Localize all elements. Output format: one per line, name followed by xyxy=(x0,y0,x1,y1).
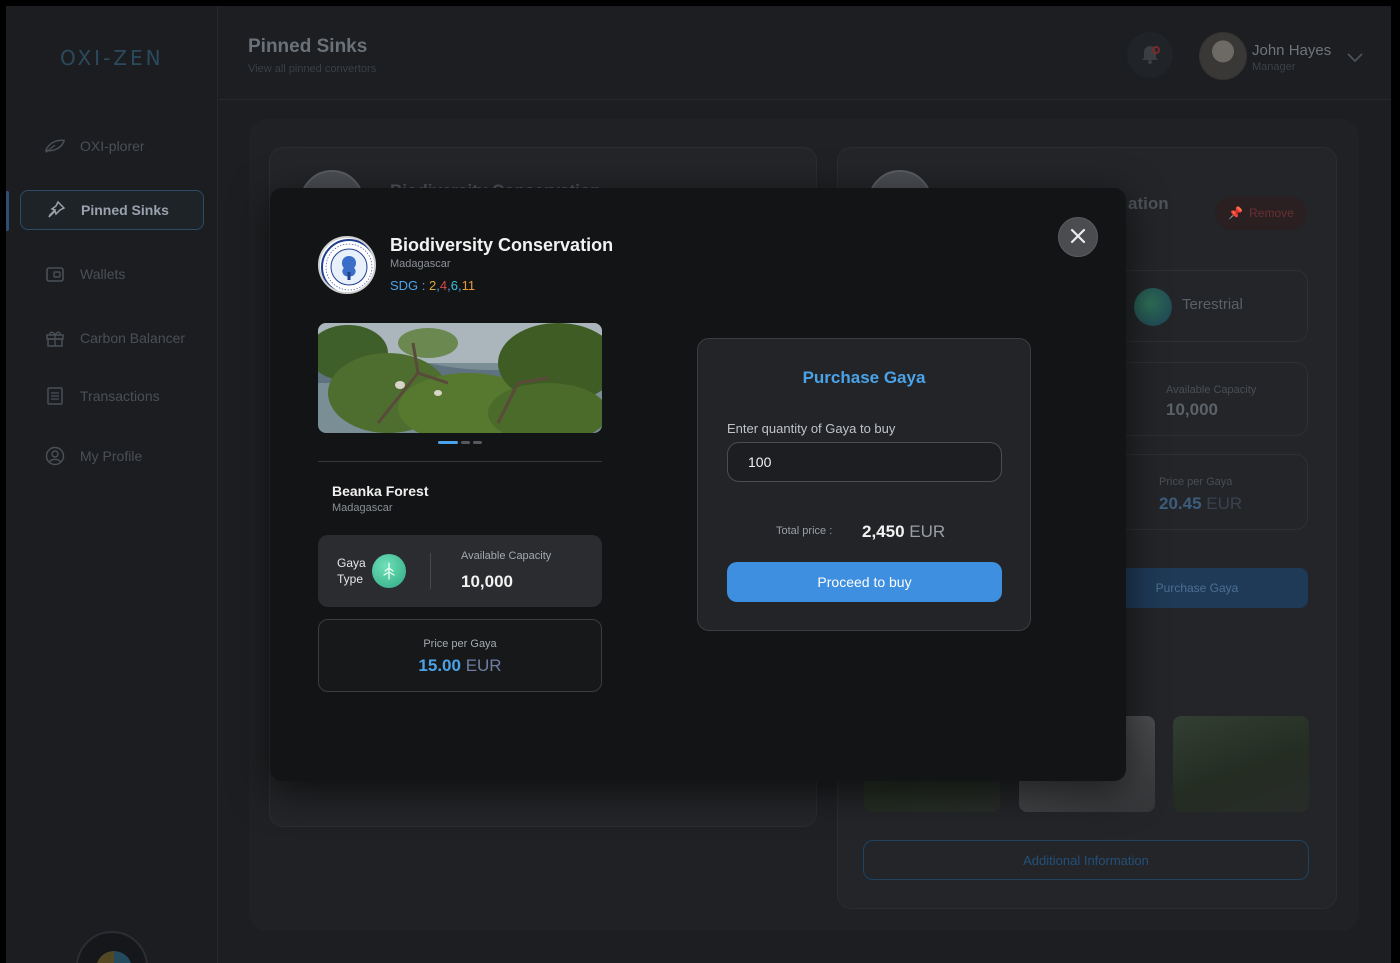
sidebar-item-wallets[interactable]: Wallets xyxy=(20,254,204,294)
notification-button[interactable] xyxy=(1127,32,1173,78)
capacity-value: 10,000 xyxy=(1166,400,1218,419)
list-icon xyxy=(44,385,66,407)
top-bar: Pinned Sinks View all pinned convertors … xyxy=(219,6,1391,100)
proceed-to-buy-button[interactable]: Proceed to buy xyxy=(727,562,1002,602)
price-currency: EUR xyxy=(465,656,502,675)
conservation-seal-icon xyxy=(318,236,376,294)
separator xyxy=(430,553,431,589)
purchase-title: Purchase Gaya xyxy=(802,368,926,387)
pin-icon xyxy=(45,199,67,221)
capacity-box: Gaya Type Available Capacity 10,000 xyxy=(318,535,602,607)
tree-icon xyxy=(372,554,406,588)
card-title: ation xyxy=(1128,194,1169,213)
wallet-icon xyxy=(44,263,66,285)
user-name: John Hayes xyxy=(1252,42,1332,59)
sidebar-item-label: Wallets xyxy=(80,266,126,282)
chevron-down-icon[interactable] xyxy=(1347,50,1363,66)
forest-location: Madagascar xyxy=(332,502,393,514)
total-price-value: 2,450 EUR xyxy=(862,522,945,542)
avatar[interactable] xyxy=(1199,32,1247,80)
divider xyxy=(318,461,602,462)
price-currency: EUR xyxy=(1206,494,1243,513)
leaf-icon xyxy=(44,135,66,157)
price-number: 15.00 xyxy=(418,656,461,675)
carousel-dot[interactable] xyxy=(438,441,458,444)
sidebar-item-label: Carbon Balancer xyxy=(80,330,186,346)
sdg-label: SDG : xyxy=(390,278,430,293)
price-number: 20.45 xyxy=(1159,494,1202,513)
project-title: Biodiversity Conservation xyxy=(390,235,614,255)
price-box: Price per Gaya 15.00 EUR xyxy=(318,619,602,692)
forest-photo[interactable] xyxy=(318,323,602,433)
gaya-type-line-2: Type xyxy=(337,572,364,586)
price-value: 20.45 EUR xyxy=(1159,494,1242,514)
gift-icon xyxy=(44,327,66,349)
capacity-label: Available Capacity xyxy=(461,550,552,562)
sidebar-item-my-profile[interactable]: My Profile xyxy=(20,436,204,476)
page-subtitle: View all pinned convertors xyxy=(248,63,377,75)
close-button[interactable] xyxy=(1058,217,1098,257)
sdg-values: 2,4,6,11 xyxy=(429,278,475,293)
page-title: Pinned Sinks xyxy=(248,36,368,57)
capacity-value: 10,000 xyxy=(461,572,513,591)
chart-icon xyxy=(96,951,132,963)
carousel-dots[interactable] xyxy=(438,441,482,444)
sidebar-item-label: Pinned Sinks xyxy=(81,202,169,218)
sidebar-avatar[interactable] xyxy=(76,931,148,963)
sidebar-nav: OXI-plorer Pinned Sinks Wallets Carbon B… xyxy=(20,126,204,500)
remove-label: Remove xyxy=(1249,206,1294,220)
app-logo: OXI-ZEN xyxy=(60,46,164,70)
capacity-label: Available Capacity xyxy=(1166,384,1257,396)
quantity-input[interactable] xyxy=(727,442,1002,482)
pin-icon: 📌 xyxy=(1228,206,1244,220)
total-price-label: Total price : xyxy=(776,525,833,537)
total-price-currency: EUR xyxy=(909,522,946,541)
additional-information-button[interactable]: Additional Information xyxy=(863,840,1309,880)
price-value: 15.00 EUR xyxy=(319,656,601,676)
gallery-image[interactable] xyxy=(1173,716,1309,812)
sidebar-item-label: Transactions xyxy=(80,388,160,404)
sidebar: OXI-ZEN OXI-plorer Pinned Sinks Wallets xyxy=(6,6,218,963)
carousel-dot[interactable] xyxy=(461,441,470,444)
sdg-list: SDG : 2,4,6,11 xyxy=(390,278,475,293)
notification-dot xyxy=(1152,46,1160,54)
price-label: Price per Gaya xyxy=(423,638,497,650)
sidebar-item-label: OXI-plorer xyxy=(80,138,145,154)
quantity-label: Enter quantity of Gaya to buy xyxy=(727,421,896,436)
sdg-number: 6 xyxy=(450,278,458,293)
forest-name: Beanka Forest xyxy=(332,483,429,499)
remove-button[interactable]: 📌 Remove xyxy=(1215,196,1307,230)
purchase-modal: Biodiversity Conservation Madagascar SDG… xyxy=(270,188,1126,781)
sdg-number: 11 xyxy=(461,278,476,293)
price-label: Price per Gaya xyxy=(1159,476,1233,488)
tree-icon xyxy=(1134,288,1172,326)
user-circle-icon xyxy=(44,445,66,467)
sidebar-item-carbon-balancer[interactable]: Carbon Balancer xyxy=(20,318,204,358)
terrain-label: Terestrial xyxy=(1182,296,1243,313)
gaya-type-label: Gaya Type xyxy=(337,555,366,587)
sidebar-item-pinned-sinks[interactable]: Pinned Sinks xyxy=(20,190,204,230)
purchase-panel: Purchase Gaya Enter quantity of Gaya to … xyxy=(697,338,1031,631)
sidebar-item-transactions[interactable]: Transactions xyxy=(20,376,204,416)
gaya-type-line-1: Gaya xyxy=(337,556,366,570)
carousel-dot[interactable] xyxy=(473,441,482,444)
close-icon xyxy=(1070,224,1086,250)
sidebar-item-label: My Profile xyxy=(80,448,143,464)
user-role: Manager xyxy=(1252,61,1296,73)
nav-active-accent xyxy=(6,191,9,231)
sidebar-item-oxi-plorer[interactable]: OXI-plorer xyxy=(20,126,204,166)
total-price-number: 2,450 xyxy=(862,522,905,541)
project-location: Madagascar xyxy=(390,258,451,270)
